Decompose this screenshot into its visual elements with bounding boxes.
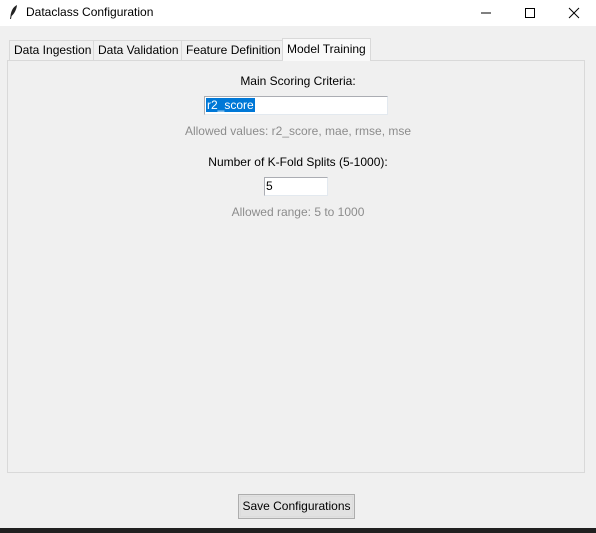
maximize-icon xyxy=(525,8,535,18)
kfold-splits-value: 5 xyxy=(266,179,273,193)
kfold-splits-label: Number of K-Fold Splits (5-1000): xyxy=(208,155,388,169)
close-icon xyxy=(568,7,580,19)
tab-panel-model-training xyxy=(7,60,585,473)
save-configurations-button[interactable]: Save Configurations xyxy=(238,494,355,519)
scoring-criteria-label: Main Scoring Criteria: xyxy=(240,74,356,88)
minimize-icon xyxy=(481,12,491,14)
close-button[interactable] xyxy=(552,0,596,26)
title-bar: Dataclass Configuration xyxy=(0,0,596,26)
feather-icon xyxy=(6,4,22,20)
tab-feature-definition[interactable]: Feature Definition xyxy=(181,40,286,60)
window-title: Dataclass Configuration xyxy=(26,5,154,19)
scoring-criteria-value: r2_score xyxy=(206,98,255,112)
kfold-splits-input[interactable]: 5 xyxy=(264,177,328,196)
scoring-criteria-hint: Allowed values: r2_score, mae, rmse, mse xyxy=(184,124,412,138)
maximize-button[interactable] xyxy=(508,0,552,26)
tab-model-training[interactable]: Model Training xyxy=(282,38,371,61)
scoring-criteria-input[interactable]: r2_score xyxy=(204,96,388,115)
kfold-splits-hint: Allowed range: 5 to 1000 xyxy=(231,205,365,219)
button-focus-ring xyxy=(240,496,353,517)
taskbar-edge xyxy=(0,528,596,533)
tab-data-ingestion[interactable]: Data Ingestion xyxy=(9,40,97,60)
minimize-button[interactable] xyxy=(464,0,508,26)
tab-data-validation[interactable]: Data Validation xyxy=(93,40,184,60)
